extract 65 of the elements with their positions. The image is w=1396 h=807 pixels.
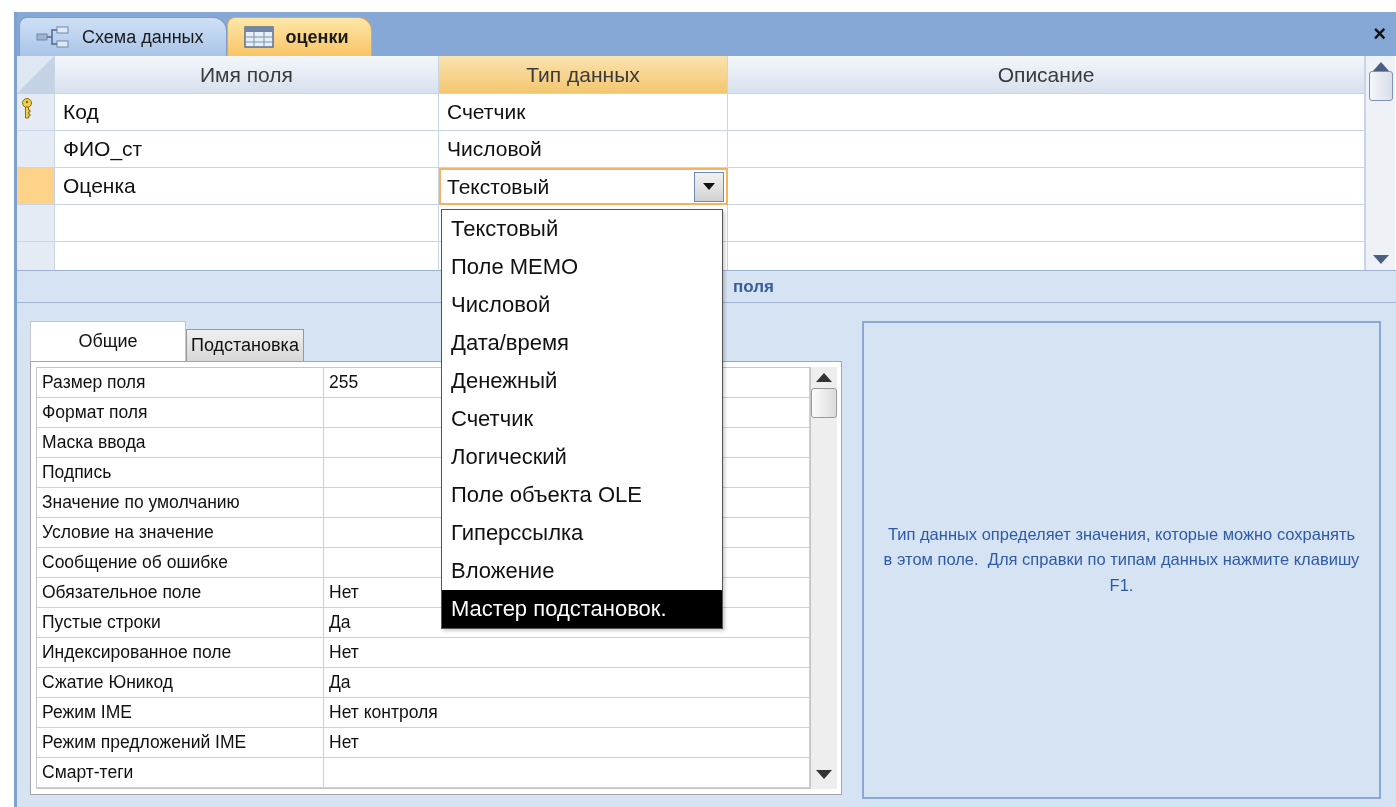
help-text: Тип данных определяет значения, которые можно сохранять в этом поле. Для справки по типам данных нажмите клавишу F1. (882, 523, 1361, 596)
property-tab[interactable]: Подстановка (186, 329, 304, 361)
property-tab[interactable]: Общие (30, 321, 186, 361)
table-cell[interactable] (728, 131, 1365, 168)
dropdown-option[interactable]: Текстовый (442, 210, 722, 248)
property-label: Условие на значение (37, 518, 324, 548)
property-label: Маска ввода (37, 428, 324, 458)
property-label: Значение по умолчанию (37, 488, 324, 518)
scroll-thumb[interactable] (1368, 71, 1393, 101)
property-label: Размер поля (37, 368, 324, 398)
table-cell[interactable]: Счетчик (439, 94, 728, 131)
caret-icon (703, 183, 715, 190)
dropdown-option[interactable]: Денежный (442, 362, 722, 400)
dropdown-option[interactable]: Вложение (442, 552, 722, 590)
section-label: поля (733, 276, 774, 297)
property-value[interactable]: Да (324, 668, 810, 698)
scrollbar[interactable] (811, 367, 837, 789)
column-header[interactable]: Описание (728, 56, 1365, 94)
document-tab[interactable]: Схема данных (19, 17, 227, 56)
dropdown-option[interactable]: Числовой (442, 286, 722, 324)
tab-label: Схема данных (82, 26, 204, 48)
column-header[interactable]: Имя поля (55, 56, 439, 94)
property-value[interactable]: Нет (324, 638, 810, 668)
scroll-down-icon[interactable] (1372, 255, 1389, 264)
data-type-combo[interactable]: Текстовый (439, 168, 728, 205)
property-label: Сообщение об ошибке (37, 548, 324, 578)
table-cell[interactable]: ФИО_ст (55, 131, 439, 168)
property-label: Пустые строки (37, 608, 324, 638)
property-value[interactable] (324, 758, 810, 788)
table-cell[interactable] (728, 168, 1365, 205)
dropdown-option[interactable]: Дата/время (442, 324, 722, 362)
table-icon (243, 26, 274, 48)
dropdown-option[interactable]: Гиперссылка (442, 514, 722, 552)
tab-label: оценки (285, 26, 349, 48)
dropdown-option[interactable]: Поле объекта OLE (442, 476, 722, 514)
property-label: Подпись (37, 458, 324, 488)
table-cell[interactable] (728, 205, 1365, 242)
property-label: Режим предложений IME (37, 728, 324, 758)
close-button[interactable]: × (1363, 21, 1396, 47)
relationships-icon (36, 25, 70, 49)
table-cell[interactable] (55, 205, 439, 242)
property-label: Формат поля (37, 398, 324, 428)
dropdown-option[interactable]: Поле MEMO (442, 248, 722, 286)
property-value[interactable]: Нет контроля (324, 698, 810, 728)
scroll-thumb[interactable] (811, 388, 837, 418)
table-cell[interactable] (728, 94, 1365, 131)
property-value[interactable]: Нет (324, 728, 810, 758)
dropdown-option[interactable]: Логический (442, 438, 722, 476)
property-label: Индексированное поле (37, 638, 324, 668)
scroll-up-icon[interactable] (816, 373, 832, 382)
dropdown-option[interactable]: Мастер подстановок. (442, 590, 722, 628)
scrollbar[interactable] (1365, 56, 1395, 270)
column-header[interactable]: Тип данных (439, 56, 728, 94)
property-label: Сжатие Юникод (37, 668, 324, 698)
key-icon (21, 98, 33, 120)
property-label: Обязательное поле (37, 578, 324, 608)
document-tab[interactable]: оценки (226, 17, 372, 56)
dropdown-button[interactable] (694, 171, 724, 202)
scroll-down-icon[interactable] (816, 770, 832, 779)
table-cell[interactable]: Оценка (55, 168, 439, 205)
row-selector[interactable] (17, 94, 55, 131)
property-label: Смарт-теги (37, 758, 324, 788)
dropdown-option[interactable]: Счетчик (442, 400, 722, 438)
table-cell[interactable]: Код (55, 94, 439, 131)
property-label: Режим IME (37, 698, 324, 728)
